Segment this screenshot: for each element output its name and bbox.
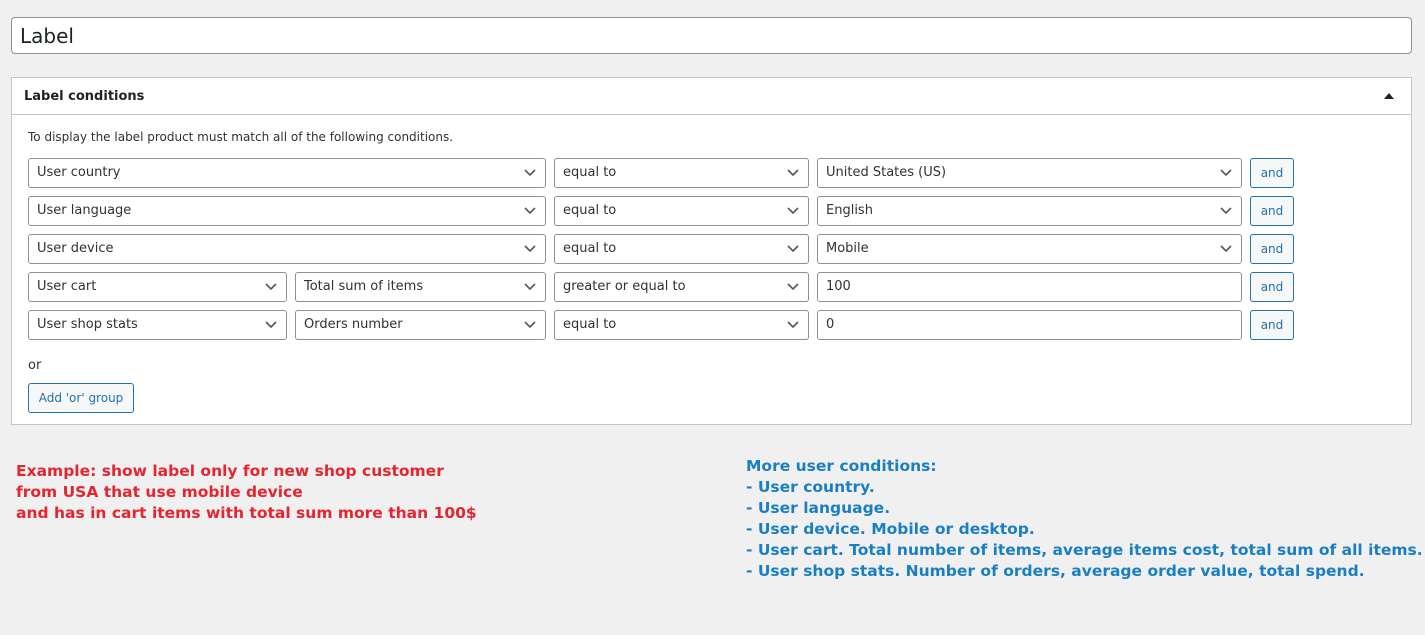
chevron-down-icon [524, 283, 536, 291]
chevron-down-icon [524, 245, 536, 253]
select-value: greater or equal to [563, 279, 686, 294]
label-conditions-metabox: Label conditions To display the label pr… [11, 77, 1412, 425]
chevron-down-icon [787, 207, 799, 215]
select-value: User language [37, 203, 132, 218]
condition-subfield-select[interactable]: Total sum of items [295, 272, 546, 302]
title-input[interactable] [11, 17, 1412, 54]
chevron-down-icon [787, 169, 799, 177]
select-value: English [826, 203, 873, 218]
and-button[interactable]: and [1250, 272, 1294, 302]
condition-field-select[interactable]: User cart [28, 272, 287, 302]
note-line: - User language. [746, 499, 891, 517]
chevron-down-icon [524, 169, 536, 177]
more-conditions-note: More user conditions: - User country. - … [746, 456, 1423, 582]
and-button[interactable]: and [1250, 310, 1294, 340]
note-line: and has in cart items with total sum mor… [16, 504, 477, 522]
input-value: 0 [826, 317, 835, 332]
metabox-title: Label conditions [24, 88, 145, 104]
select-value: Total sum of items [304, 279, 424, 294]
select-value: User country [37, 165, 121, 180]
and-button[interactable]: and [1250, 196, 1294, 226]
condition-operator-select[interactable]: equal to [554, 234, 809, 264]
select-value: User cart [37, 279, 97, 294]
add-or-group-button[interactable]: Add 'or' group [28, 383, 134, 413]
condition-operator-select[interactable]: greater or equal to [554, 272, 809, 302]
chevron-down-icon [787, 283, 799, 291]
select-value: equal to [563, 203, 617, 218]
triangle-up-icon[interactable] [1379, 86, 1399, 106]
note-line: - User country. [746, 478, 875, 496]
condition-field-select[interactable]: User shop stats [28, 310, 287, 340]
select-value: equal to [563, 241, 617, 256]
condition-operator-select[interactable]: equal to [554, 158, 809, 188]
note-line: - User cart. Total number of items, aver… [746, 541, 1423, 559]
select-value: equal to [563, 165, 617, 180]
select-value: Orders number [304, 317, 403, 332]
input-value: 100 [826, 279, 851, 294]
chevron-down-icon [524, 207, 536, 215]
condition-value-input[interactable]: 0 [817, 310, 1242, 340]
note-line: More user conditions: [746, 457, 937, 475]
conditions-intro: To display the label product must match … [28, 130, 454, 144]
note-line: - User shop stats. Number of orders, ave… [746, 562, 1365, 580]
condition-value-input[interactable]: 100 [817, 272, 1242, 302]
condition-field-select[interactable]: User language [28, 196, 546, 226]
chevron-down-icon [787, 245, 799, 253]
select-value: User shop stats [37, 317, 138, 332]
chevron-down-icon [1220, 245, 1232, 253]
condition-value-select[interactable]: Mobile [817, 234, 1242, 264]
condition-value-select[interactable]: English [817, 196, 1242, 226]
condition-field-select[interactable]: User country [28, 158, 546, 188]
select-value: Mobile [826, 241, 869, 256]
note-line: - User device. Mobile or desktop. [746, 520, 1035, 538]
condition-subfield-select[interactable]: Orders number [295, 310, 546, 340]
chevron-down-icon [1220, 169, 1232, 177]
and-button[interactable]: and [1250, 234, 1294, 264]
condition-field-select[interactable]: User device [28, 234, 546, 264]
chevron-down-icon [1220, 207, 1232, 215]
chevron-down-icon [524, 321, 536, 329]
select-value: United States (US) [826, 165, 947, 180]
and-button[interactable]: and [1250, 158, 1294, 188]
condition-operator-select[interactable]: equal to [554, 196, 809, 226]
condition-operator-select[interactable]: equal to [554, 310, 809, 340]
select-value: User device [37, 241, 114, 256]
chevron-down-icon [787, 321, 799, 329]
example-note: Example: show label only for new shop cu… [16, 461, 477, 524]
chevron-down-icon [265, 321, 277, 329]
select-value: equal to [563, 317, 617, 332]
chevron-down-icon [265, 283, 277, 291]
note-line: Example: show label only for new shop cu… [16, 462, 444, 480]
note-line: from USA that use mobile device [16, 483, 303, 501]
condition-value-select[interactable]: United States (US) [817, 158, 1242, 188]
metabox-header: Label conditions [12, 78, 1411, 115]
or-label: or [28, 358, 42, 373]
